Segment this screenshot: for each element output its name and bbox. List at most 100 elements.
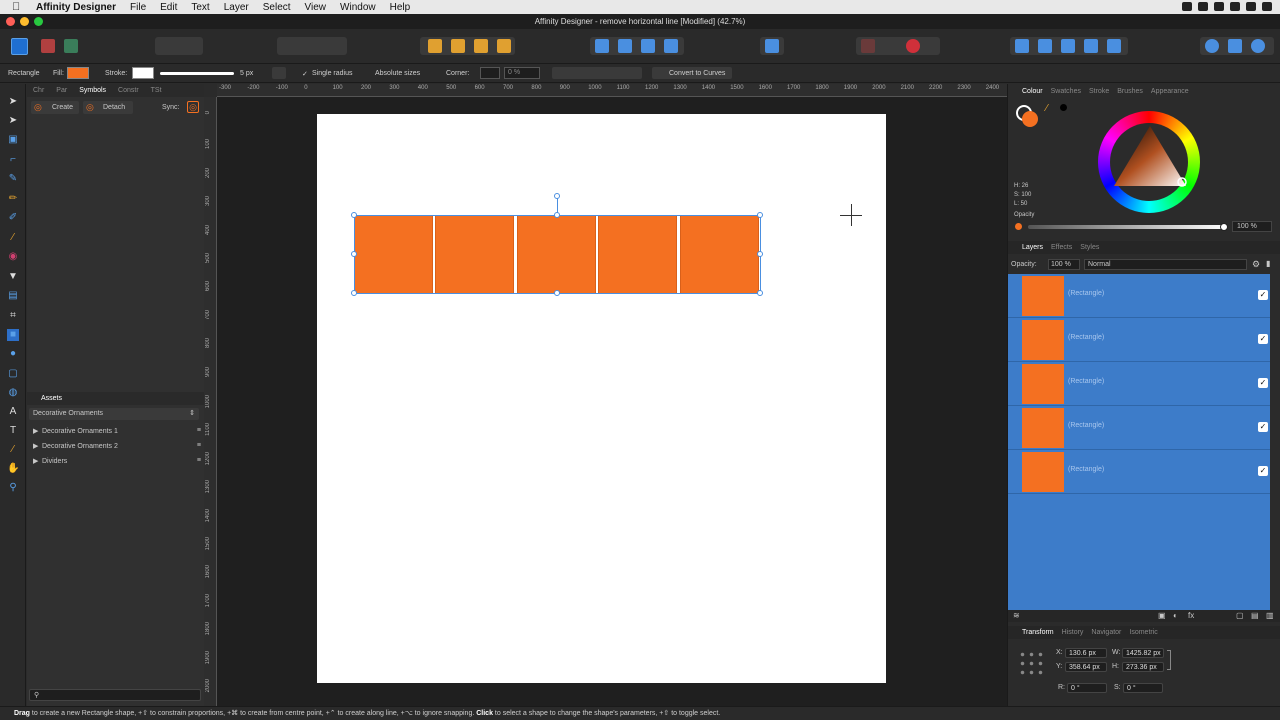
transform-origin-group[interactable] <box>552 67 642 79</box>
flip-horizontal-icon[interactable] <box>595 39 609 53</box>
layer-row[interactable]: (Rectangle) ✓ <box>1008 318 1270 362</box>
lock-aspect-ratio-icon[interactable] <box>1167 650 1171 670</box>
menu-file[interactable]: File <box>130 2 146 13</box>
asset-group-row[interactable]: ▶ Dividers ≡ <box>33 457 201 467</box>
minimize-window-button[interactable] <box>20 17 29 26</box>
stroke-width-value[interactable]: 5 px <box>240 70 253 77</box>
tab-paragraph[interactable]: Par <box>50 84 73 97</box>
boolean-add-icon[interactable] <box>1015 39 1029 53</box>
layer-visibility-checkbox[interactable]: ✓ <box>1258 466 1268 476</box>
snapping-grid-icon[interactable] <box>861 39 875 53</box>
black-swatch[interactable] <box>1060 104 1067 111</box>
move-forward-icon[interactable] <box>474 39 488 53</box>
stroke-settings-icon[interactable] <box>272 67 286 79</box>
detach-symbol-button[interactable]: ◎ Detach <box>83 101 133 114</box>
disclosure-triangle-icon[interactable]: ▶ <box>33 428 38 435</box>
layer-opacity-input[interactable]: 100 % <box>1048 259 1080 270</box>
selection-handle-bottom-left[interactable] <box>351 290 357 296</box>
mask-icon[interactable]: ▣ <box>1158 611 1166 620</box>
menu-edit[interactable]: Edit <box>160 2 177 13</box>
boolean-intersect-icon[interactable] <box>1061 39 1075 53</box>
selection-handle-top-left[interactable] <box>351 212 357 218</box>
view-mode-icon[interactable] <box>1251 39 1265 53</box>
boolean-xor-icon[interactable] <box>1084 39 1098 53</box>
tab-styles[interactable]: Styles <box>1076 241 1103 254</box>
rotate-right-icon[interactable] <box>664 39 678 53</box>
tab-text-styles[interactable]: TSt <box>145 84 168 97</box>
y-position-input[interactable]: 358.64 px <box>1065 662 1107 672</box>
rotation-handle[interactable] <box>554 193 560 199</box>
zoom-tool-icon[interactable]: ⚲ <box>7 482 19 494</box>
corner-type-dropdown[interactable] <box>480 67 500 79</box>
artboard[interactable] <box>317 114 886 683</box>
selection-handle-top-right[interactable] <box>757 212 763 218</box>
pencil-tool-icon[interactable]: ✏ <box>7 193 19 205</box>
layers-stack-icon[interactable]: ≋ <box>1013 611 1020 620</box>
pen-tool-icon[interactable]: ✎ <box>7 173 19 185</box>
asset-group-menu-icon[interactable]: ≡ <box>197 427 201 434</box>
tab-appearance[interactable]: Appearance <box>1147 85 1193 98</box>
export-persona-icon[interactable] <box>64 39 78 53</box>
close-window-button[interactable] <box>6 17 15 26</box>
layer-row[interactable]: (Rectangle) ✓ <box>1008 450 1270 494</box>
share-icon[interactable] <box>1228 39 1242 53</box>
fx-icon[interactable]: fx <box>1188 611 1194 620</box>
tray-icon[interactable] <box>1198 2 1208 11</box>
tray-icon[interactable] <box>1262 2 1272 11</box>
add-layer-icon[interactable]: ▢ <box>1236 611 1244 620</box>
designer-persona-icon[interactable] <box>11 38 28 55</box>
fill-colour-well[interactable] <box>1022 111 1038 127</box>
move-to-front-icon[interactable] <box>497 39 511 53</box>
assets-category-dropdown[interactable]: Decorative Ornaments ⇕ <box>29 408 199 420</box>
asset-group-row[interactable]: ▶ Decorative Ornaments 2 ≡ <box>33 442 201 452</box>
add-pixel-layer-icon[interactable]: ▤ <box>1251 611 1259 620</box>
layer-row[interactable]: (Rectangle) ✓ <box>1008 362 1270 406</box>
shear-input[interactable]: 0 ° <box>1123 683 1163 693</box>
tab-layers[interactable]: Layers <box>1008 241 1047 254</box>
tab-assets[interactable]: Assets <box>27 392 68 405</box>
anchor-point-selector[interactable] <box>1018 650 1046 678</box>
tab-colour[interactable]: Colour <box>1008 85 1047 98</box>
layer-visibility-checkbox[interactable]: ✓ <box>1258 290 1268 300</box>
place-image-tool-icon[interactable]: ▤ <box>7 290 19 302</box>
boolean-subtract-icon[interactable] <box>1038 39 1052 53</box>
flip-vertical-icon[interactable] <box>618 39 632 53</box>
tab-symbols[interactable]: Symbols <box>73 84 112 97</box>
delete-layer-icon[interactable]: ▥ <box>1266 611 1274 620</box>
boolean-divide-icon[interactable] <box>1107 39 1121 53</box>
rotation-input[interactable]: 0 ° <box>1067 683 1107 693</box>
opacity-slider[interactable] <box>1028 225 1226 229</box>
tab-isometric[interactable]: Isometric <box>1125 626 1161 639</box>
menu-view[interactable]: View <box>305 2 327 13</box>
view-tool-icon[interactable]: ✋ <box>7 463 19 475</box>
app-menu[interactable]: Affinity Designer <box>36 2 116 13</box>
tray-icon[interactable] <box>1182 2 1192 11</box>
tab-swatches[interactable]: Swatches <box>1047 85 1085 98</box>
tab-constraints[interactable]: Constr <box>112 84 145 97</box>
menu-text[interactable]: Text <box>191 2 209 13</box>
absolute-sizes-label[interactable]: Absolute sizes <box>375 70 420 77</box>
move-tool-icon[interactable]: ➤ <box>7 96 19 108</box>
layer-visibility-checkbox[interactable]: ✓ <box>1258 334 1268 344</box>
sync-toggle-icon[interactable]: ◎ <box>187 101 199 113</box>
pixel-persona-icon[interactable] <box>41 39 55 53</box>
blend-mode-dropdown[interactable]: Normal <box>1084 259 1247 270</box>
artboard-tool-icon[interactable]: ▣ <box>7 134 19 146</box>
tab-effects[interactable]: Effects <box>1047 241 1076 254</box>
x-position-input[interactable]: 130.6 px <box>1065 648 1107 658</box>
selection-handle-left[interactable] <box>351 251 357 257</box>
menu-help[interactable]: Help <box>390 2 411 13</box>
asset-group-row[interactable]: ▶ Decorative Ornaments 1 ≡ <box>33 427 201 437</box>
snapping-magnet-icon[interactable] <box>906 39 920 53</box>
apple-icon[interactable]:  <box>12 1 26 13</box>
fill-tool-icon[interactable]: ⁄ <box>7 232 19 244</box>
stroke-swatch[interactable] <box>132 67 154 79</box>
frame-text-tool-icon[interactable]: T <box>7 425 19 437</box>
move-back-icon[interactable] <box>451 39 465 53</box>
rectangle-tool-icon[interactable]: ■ <box>7 329 19 341</box>
rounded-rectangle-tool-icon[interactable]: ▢ <box>7 368 19 380</box>
gradient-tool-icon[interactable]: ◉ <box>7 251 19 263</box>
corner-tool-icon[interactable]: ⌐ <box>7 154 19 166</box>
menu-window[interactable]: Window <box>340 2 376 13</box>
move-to-back-icon[interactable] <box>428 39 442 53</box>
